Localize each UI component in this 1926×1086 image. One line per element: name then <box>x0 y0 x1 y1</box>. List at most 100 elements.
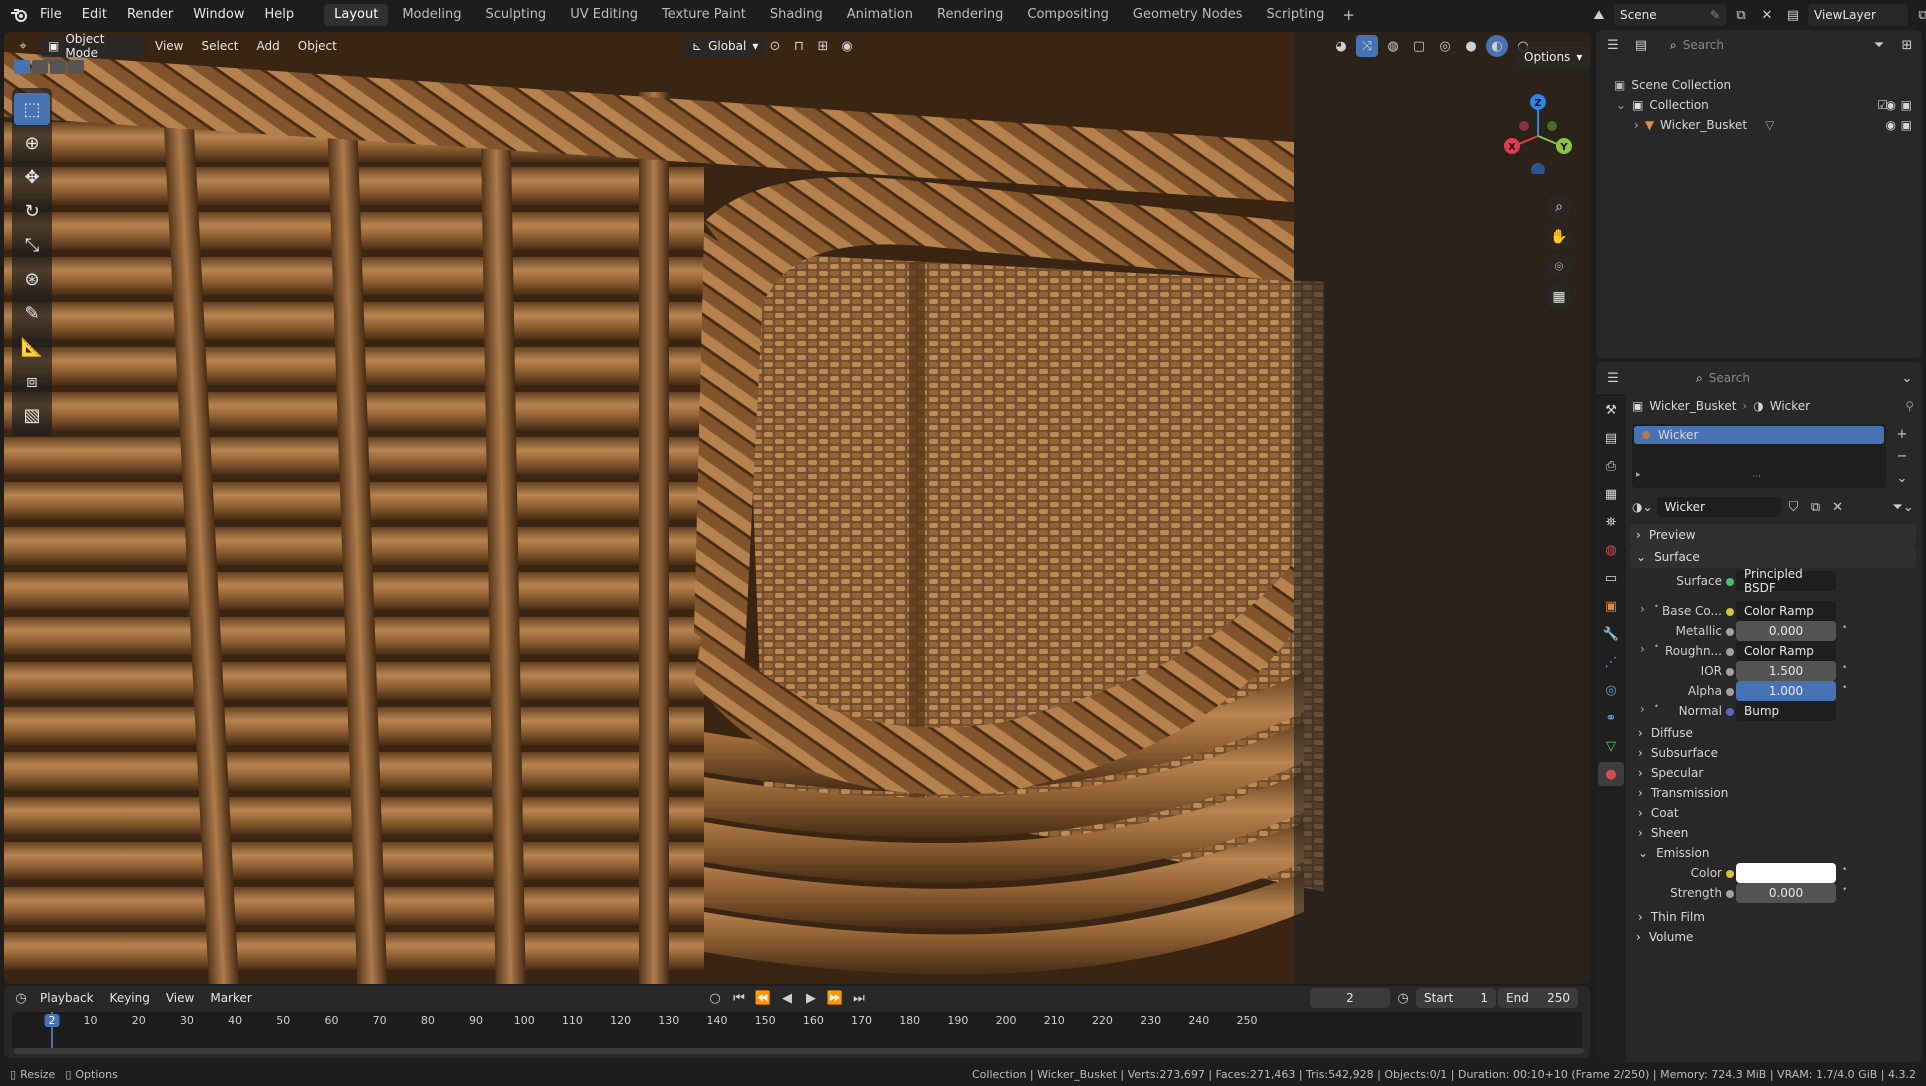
timeline-menu-playback[interactable]: Playback <box>32 991 102 1005</box>
unlink-material-icon[interactable]: ✕ <box>1829 496 1847 518</box>
world-tab-icon[interactable]: ◍ <box>1598 538 1624 562</box>
scale-icon[interactable]: ⤡ <box>14 229 50 261</box>
emission-strength-field[interactable]: 0.000 <box>1736 883 1836 903</box>
float-socket-icon[interactable] <box>1726 628 1734 636</box>
transform-orientation-selector[interactable]: ⊾ Global ▾ <box>684 35 767 57</box>
view-layer-icon[interactable]: ▤ <box>1782 4 1804 26</box>
tree-item-wicker-busket[interactable]: › ▼ Wicker_Busket ▽ ◉ ▣ <box>1634 118 1918 132</box>
preview-range-icon[interactable]: ◷ <box>1392 987 1414 1009</box>
normal-field[interactable]: Bump <box>1736 701 1836 721</box>
menu-help[interactable]: Help <box>255 0 305 30</box>
resize-handle-icon[interactable]: ⋯ <box>1752 472 1761 482</box>
keyframe-dot-icon[interactable]: • <box>1842 885 1847 895</box>
tab-layout[interactable]: Layout <box>324 4 389 26</box>
material-tab-icon[interactable]: ● <box>1598 762 1624 786</box>
current-frame-field[interactable]: 2 <box>1310 988 1390 1008</box>
material-shading-icon[interactable]: ◐ <box>1486 35 1508 57</box>
properties-search[interactable]: ⌕ Search <box>1690 367 1810 389</box>
add-workspace-icon[interactable]: + <box>1336 6 1361 24</box>
play-icon[interactable]: ▶ <box>800 987 822 1009</box>
mode-selector[interactable]: ▣ Object Mode <box>40 32 146 60</box>
start-frame-field[interactable]: Start 1 <box>1416 988 1496 1008</box>
float-socket-icon[interactable] <box>1726 648 1734 656</box>
timeline-menu-view[interactable]: View <box>158 991 202 1005</box>
proportional-edit-icon[interactable]: ◉ <box>836 35 858 57</box>
fake-user-icon[interactable]: ⛉ <box>1785 496 1803 518</box>
select-extend-icon[interactable] <box>32 60 48 74</box>
jump-start-icon[interactable]: ⏮ <box>728 987 750 1009</box>
add-slot-icon[interactable]: + <box>1892 424 1912 444</box>
xray-icon[interactable]: ▢ <box>1408 35 1430 57</box>
timeline-scrollbar[interactable] <box>14 1048 1584 1054</box>
surface-panel-header[interactable]: ⌄ Surface <box>1630 546 1916 568</box>
keyframe-dot-icon[interactable]: • <box>1842 865 1847 875</box>
view-layer-tab-icon[interactable]: ▦ <box>1598 482 1624 506</box>
scene-selector[interactable]: Scene ✎ <box>1614 4 1726 26</box>
duplicate-material-icon[interactable]: ⧉ <box>1807 496 1825 518</box>
select-intersect-icon[interactable] <box>68 60 84 74</box>
shader-socket-icon[interactable] <box>1726 578 1734 586</box>
properties-editor-type-icon[interactable]: ☰ <box>1602 367 1624 389</box>
diffuse-subpanel[interactable]: › Diffuse <box>1630 722 1916 744</box>
coat-subpanel[interactable]: › Coat <box>1630 802 1916 824</box>
mesh-data-icon[interactable]: ▽ <box>1765 118 1774 132</box>
eye-icon[interactable]: ◉ <box>1886 118 1896 132</box>
pivot-icon[interactable]: ⊙ <box>764 35 786 57</box>
keyframe-dot-icon[interactable]: • <box>1842 623 1847 633</box>
tab-scripting[interactable]: Scripting <box>1257 4 1335 26</box>
color-socket-icon[interactable] <box>1726 870 1734 878</box>
emission-subpanel[interactable]: ⌄ Emission <box>1630 842 1916 864</box>
3d-viewport[interactable]: ⌖ ▣ Object Mode View Select Add Object ⊾… <box>4 32 1590 984</box>
viewport-menu-object[interactable]: Object <box>289 39 346 53</box>
wireframe-shading-icon[interactable]: ◎ <box>1434 35 1456 57</box>
physics-tab-icon[interactable]: ◎ <box>1598 678 1624 702</box>
zoom-icon[interactable]: ⌕ <box>1546 194 1572 220</box>
tab-texture-paint[interactable]: Texture Paint <box>652 4 756 26</box>
tab-shading[interactable]: Shading <box>760 4 833 26</box>
editor-type-icon[interactable]: ⌖ <box>12 35 34 57</box>
menu-window[interactable]: Window <box>183 0 254 30</box>
timeline-editor-type-icon[interactable]: ◷ <box>10 987 32 1009</box>
base-color-field[interactable]: Color Ramp <box>1736 601 1836 621</box>
perspective-toggle-icon[interactable]: ▦ <box>1546 284 1572 310</box>
viewport-menu-view[interactable]: View <box>146 39 192 53</box>
pin-icon[interactable]: ✎ <box>1710 8 1720 22</box>
output-tab-icon[interactable]: ⎙ <box>1598 454 1624 478</box>
jump-next-keyframe-icon[interactable]: ⏩ <box>824 987 846 1009</box>
scene-icon[interactable]: ⛰ <box>1588 4 1610 26</box>
gizmo-toggle-icon[interactable]: ⤨ <box>1356 35 1378 57</box>
add-cube-icon[interactable]: ⧈ <box>14 365 50 397</box>
add-object-icon[interactable]: ▧ <box>14 399 50 431</box>
keyframe-dot-icon[interactable]: • <box>1842 683 1847 693</box>
timeline-ruler[interactable]: 2 10 20 30 40 50 60 70 80 90 100 110 120 130 140 150 160… <box>12 1012 1582 1048</box>
data-tab-icon[interactable]: ▽ <box>1598 734 1624 758</box>
specular-subpanel[interactable]: › Specular <box>1630 762 1916 784</box>
timeline-menu-keying[interactable]: Keying <box>102 991 158 1005</box>
camera-view-icon[interactable]: ⌾ <box>1546 254 1572 280</box>
blender-logo-icon[interactable] <box>8 4 30 26</box>
delete-scene-icon[interactable]: ✕ <box>1756 4 1778 26</box>
transform-icon[interactable]: ⊛ <box>14 263 50 295</box>
select-new-icon[interactable] <box>14 60 30 74</box>
tab-compositing[interactable]: Compositing <box>1017 4 1119 26</box>
snap-target-icon[interactable]: ⊞ <box>812 35 834 57</box>
roughness-field[interactable]: Color Ramp <box>1736 641 1836 661</box>
tree-item-collection[interactable]: ⌄ ▣ Collection ☑ ◉ ▣ <box>1616 98 1918 112</box>
viewport-menu-add[interactable]: Add <box>248 39 289 53</box>
snap-icon[interactable]: ⊓ <box>788 35 810 57</box>
chevron-right-icon[interactable]: › <box>1634 118 1639 132</box>
slot-specials-icon[interactable]: ⌄ <box>1892 468 1912 488</box>
tab-rendering[interactable]: Rendering <box>927 4 1013 26</box>
end-frame-field[interactable]: End 250 <box>1498 988 1578 1008</box>
keyframe-dot-icon[interactable]: • <box>1842 663 1847 673</box>
emission-color-swatch[interactable] <box>1736 863 1836 883</box>
tab-geometry-nodes[interactable]: Geometry Nodes <box>1123 4 1253 26</box>
camera-icon[interactable]: ▣ <box>1901 118 1912 132</box>
thin-film-subpanel[interactable]: › Thin Film <box>1630 906 1916 928</box>
color-socket-icon[interactable] <box>1726 608 1734 616</box>
tab-uv-editing[interactable]: UV Editing <box>560 4 648 26</box>
modifiers-tab-icon[interactable]: 🔧 <box>1598 622 1624 646</box>
rotate-icon[interactable]: ↻ <box>14 195 50 227</box>
expand-list-icon[interactable]: ▸ <box>1636 470 1641 480</box>
browse-material-icon[interactable]: ◑⌄ <box>1632 500 1653 514</box>
